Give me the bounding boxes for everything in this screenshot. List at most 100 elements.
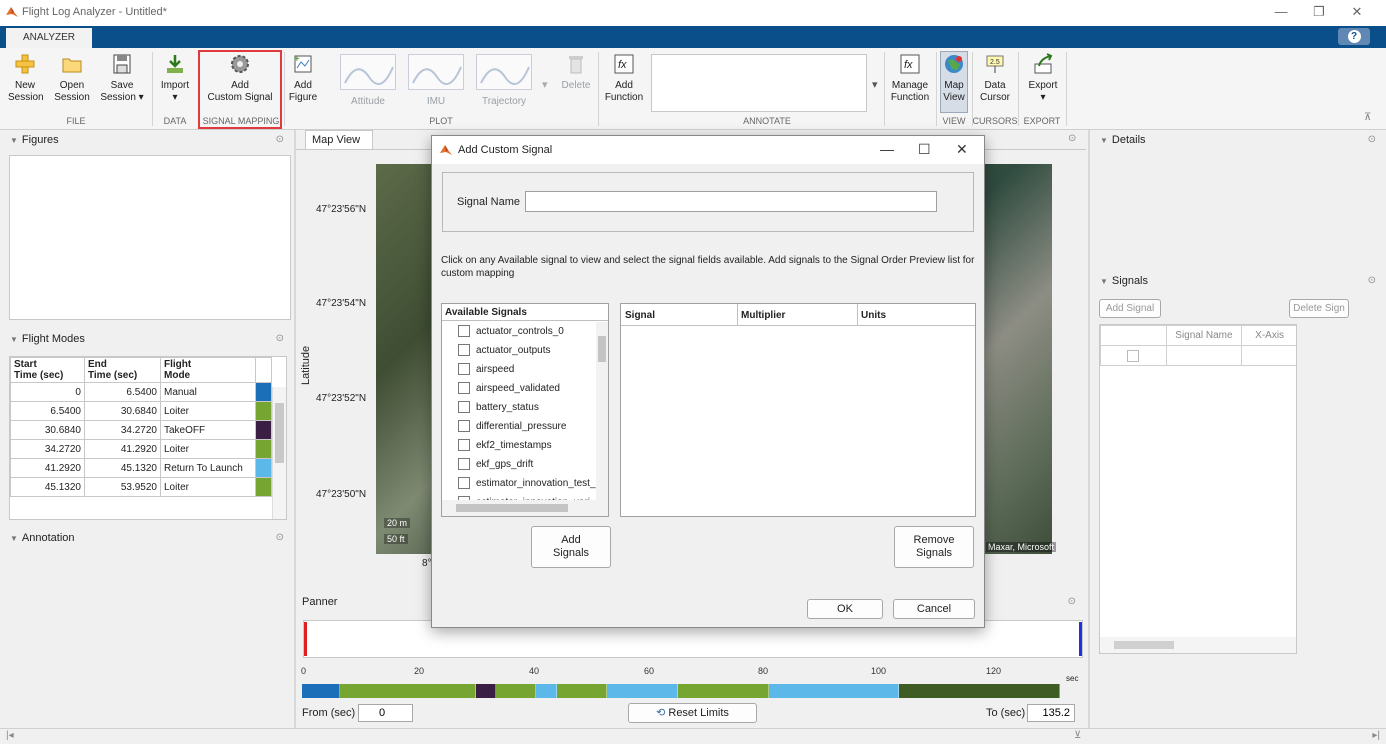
- trajectory-button[interactable]: Trajectory: [470, 96, 538, 108]
- tab-analyzer[interactable]: ANALYZER: [6, 28, 92, 48]
- scrollbar-thumb[interactable]: [456, 504, 568, 512]
- import-button[interactable]: Import ▾: [158, 52, 192, 104]
- list-item[interactable]: ekf_gps_drift: [442, 455, 596, 474]
- list-h-scrollbar[interactable]: [442, 500, 608, 516]
- help-button[interactable]: ?: [1338, 28, 1370, 45]
- expand-left-icon[interactable]: |◂: [6, 730, 14, 741]
- signal-checkbox[interactable]: [458, 439, 470, 452]
- minimize-button[interactable]: —: [1266, 4, 1296, 22]
- figures-list[interactable]: [9, 155, 291, 320]
- delete-signal-button[interactable]: Delete Sign: [1289, 299, 1349, 318]
- plot-gallery-chevron-icon[interactable]: ▾: [542, 78, 548, 91]
- signal-checkbox[interactable]: [458, 325, 470, 338]
- remove-signals-button[interactable]: Remove Signals: [894, 526, 974, 568]
- expand-bottom-icon[interactable]: ⊻: [1074, 730, 1081, 741]
- new-session-button[interactable]: New Session: [8, 52, 44, 104]
- add-signal-button[interactable]: Add Signal: [1099, 299, 1161, 318]
- restore-button[interactable]: ❐: [1304, 4, 1334, 22]
- map-attribution: Maxar, Microsoft: [986, 542, 1057, 552]
- table-scrollbar[interactable]: [272, 387, 286, 519]
- dialog-minimize-button[interactable]: —: [880, 141, 894, 157]
- table-row[interactable]: 41.2920 45.1320 Return To Launch: [10, 458, 273, 478]
- list-item[interactable]: differential_pressure: [442, 417, 596, 436]
- signal-name-input[interactable]: [525, 191, 937, 212]
- map-options-icon[interactable]: ⊙: [1068, 133, 1076, 144]
- save-session-button[interactable]: Save Session ▾: [98, 52, 146, 104]
- collapse-triangle-icon: ▼: [1100, 277, 1108, 286]
- list-item[interactable]: ekf2_timestamps: [442, 436, 596, 455]
- scrollbar-thumb[interactable]: [598, 336, 606, 362]
- mode-color-swatch: [254, 477, 273, 497]
- table-row[interactable]: 34.2720 41.2920 Loiter: [10, 439, 273, 459]
- svg-text:+: +: [294, 54, 300, 65]
- signal-checkbox[interactable]: [458, 363, 470, 376]
- imu-button[interactable]: IMU: [404, 96, 468, 108]
- panel-options-icon[interactable]: ⊙: [1368, 272, 1376, 290]
- col-signal: Signal: [625, 310, 656, 321]
- table-row[interactable]: [1100, 345, 1296, 366]
- list-item[interactable]: estimator_innovation_vari: [442, 493, 596, 500]
- table-row[interactable]: 45.1320 53.9520 Loiter: [10, 477, 273, 497]
- signal-checkbox[interactable]: [458, 420, 470, 433]
- signals-h-scrollbar[interactable]: [1100, 637, 1296, 653]
- add-custom-signal-highlight: [198, 50, 282, 129]
- col-x-axis: X-Axis: [1241, 325, 1296, 346]
- signal-checkbox[interactable]: [458, 344, 470, 357]
- scrollbar-thumb[interactable]: [1114, 641, 1174, 649]
- annotate-dropdown-chevron-icon[interactable]: ▾: [872, 78, 878, 91]
- annotate-function-list[interactable]: [651, 54, 867, 112]
- add-figure-button[interactable]: + Add Figure: [286, 52, 320, 104]
- panner-right-handle[interactable]: [1079, 622, 1082, 656]
- signal-checkbox[interactable]: [458, 477, 470, 490]
- panel-options-icon[interactable]: ⊙: [276, 131, 284, 149]
- details-panel-header[interactable]: ▼ Details ⊙: [1090, 131, 1386, 149]
- tab-map-view[interactable]: Map View: [305, 130, 373, 150]
- map-view-button[interactable]: Map View: [940, 51, 968, 113]
- list-item[interactable]: battery_status: [442, 398, 596, 417]
- signal-checkbox[interactable]: [1127, 349, 1140, 362]
- panel-options-icon[interactable]: ⊙: [276, 529, 284, 547]
- reset-limits-button[interactable]: ⟲ Reset Limits: [628, 703, 757, 723]
- panner-left-handle[interactable]: [304, 622, 307, 656]
- annotation-panel-header[interactable]: ▼ Annotation ⊙: [0, 529, 294, 547]
- panel-options-icon[interactable]: ⊙: [276, 330, 284, 348]
- from-input[interactable]: [358, 704, 413, 722]
- list-item[interactable]: airspeed: [442, 360, 596, 379]
- list-v-scrollbar[interactable]: [596, 322, 608, 500]
- open-session-button[interactable]: Open Session: [54, 52, 90, 104]
- dialog-close-button[interactable]: ✕: [956, 141, 968, 158]
- close-button[interactable]: ✕: [1342, 4, 1372, 22]
- ok-button[interactable]: OK: [807, 599, 883, 619]
- to-input[interactable]: [1027, 704, 1075, 722]
- add-function-button[interactable]: fx Add Function: [602, 52, 646, 104]
- expand-right-icon[interactable]: ▸|: [1372, 730, 1380, 741]
- table-row[interactable]: 6.5400 30.6840 Loiter: [10, 401, 273, 421]
- scrollbar-thumb[interactable]: [275, 403, 284, 463]
- list-item[interactable]: estimator_innovation_test_: [442, 474, 596, 493]
- list-item[interactable]: actuator_controls_0: [442, 322, 596, 341]
- collapse-triangle-icon: ▼: [10, 534, 18, 543]
- signal-checkbox[interactable]: [458, 382, 470, 395]
- data-cursor-button[interactable]: 2.5 Data Cursor: [976, 52, 1014, 104]
- col-multiplier: Multiplier: [741, 310, 786, 321]
- panner-options-icon[interactable]: ⊙: [1068, 596, 1076, 607]
- export-button[interactable]: Export ▾: [1024, 52, 1062, 104]
- signal-checkbox[interactable]: [458, 401, 470, 414]
- table-row[interactable]: 30.6840 34.2720 TakeOFF: [10, 420, 273, 440]
- cancel-button[interactable]: Cancel: [893, 599, 975, 619]
- signals-panel-header[interactable]: ▼ Signals ⊙: [1090, 272, 1386, 290]
- collapse-toolstrip-icon[interactable]: ⊼: [1364, 112, 1371, 123]
- table-row[interactable]: 0 6.5400 Manual: [10, 382, 273, 402]
- delete-button[interactable]: Delete: [558, 52, 594, 92]
- flight-modes-panel-header[interactable]: ▼ Flight Modes ⊙: [0, 330, 294, 348]
- signal-checkbox[interactable]: [458, 458, 470, 471]
- dialog-maximize-button[interactable]: ☐: [918, 141, 931, 158]
- right-splitter[interactable]: [1088, 130, 1090, 730]
- list-item[interactable]: airspeed_validated: [442, 379, 596, 398]
- panel-options-icon[interactable]: ⊙: [1368, 131, 1376, 149]
- figures-panel-header[interactable]: ▼ Figures ⊙: [0, 131, 294, 149]
- list-item[interactable]: actuator_outputs: [442, 341, 596, 360]
- manage-function-button[interactable]: fx Manage Function: [888, 52, 932, 104]
- add-signals-button[interactable]: Add Signals: [531, 526, 611, 568]
- attitude-button[interactable]: Attitude: [335, 96, 401, 108]
